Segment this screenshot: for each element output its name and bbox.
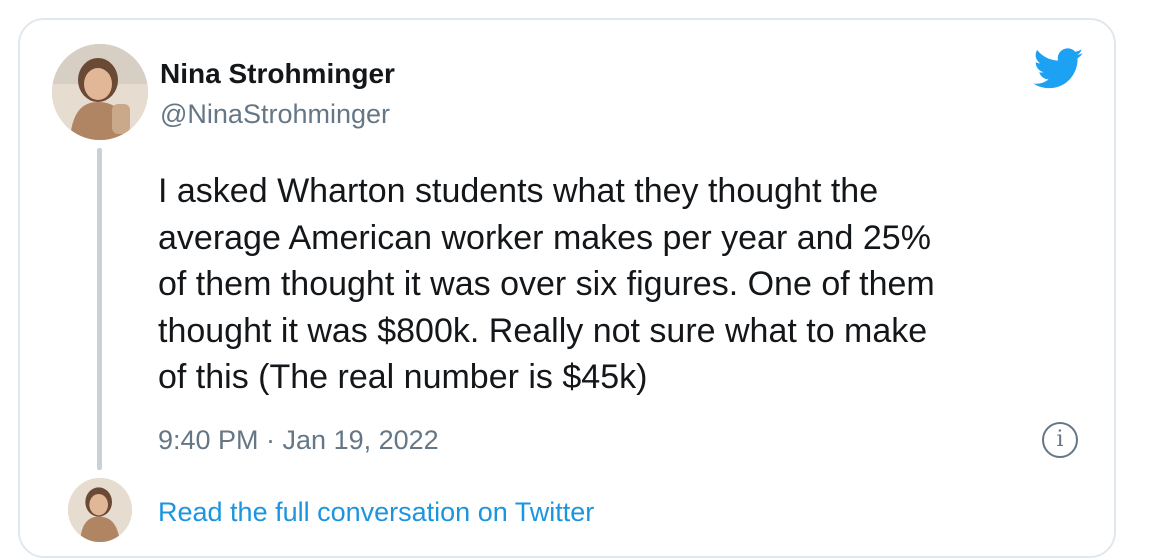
tweet-text-line: of this (The real number is $45k) bbox=[158, 358, 648, 396]
tweet-text-line: I asked Wharton students what they thoug… bbox=[158, 172, 879, 210]
author-avatar[interactable] bbox=[52, 44, 148, 140]
avatar-photo bbox=[52, 44, 148, 140]
tweet-text-line: of them thought it was over six figures.… bbox=[158, 265, 935, 303]
twitter-bird-icon[interactable] bbox=[1033, 48, 1084, 90]
author-handle[interactable]: @NinaStrohminger bbox=[160, 96, 390, 132]
info-icon[interactable]: i bbox=[1042, 422, 1078, 458]
tweet-timestamp[interactable]: 9:40 PM · Jan 19, 2022 bbox=[158, 422, 439, 458]
twitter-bird-glyph bbox=[1033, 48, 1084, 89]
tweet-text-line: thought it was $800k. Really not sure wh… bbox=[158, 311, 928, 350]
reply-author-avatar[interactable] bbox=[68, 478, 132, 542]
tweet-text: I asked Wharton students what they thoug… bbox=[158, 168, 1078, 401]
tweet-text-line: average American worker makes per year a… bbox=[158, 218, 931, 257]
avatar-photo-small bbox=[68, 478, 132, 542]
read-full-conversation-link[interactable]: Read the full conversation on Twitter bbox=[158, 494, 594, 530]
thread-connector-line bbox=[97, 148, 102, 470]
author-display-name[interactable]: Nina Strohminger bbox=[160, 56, 395, 92]
